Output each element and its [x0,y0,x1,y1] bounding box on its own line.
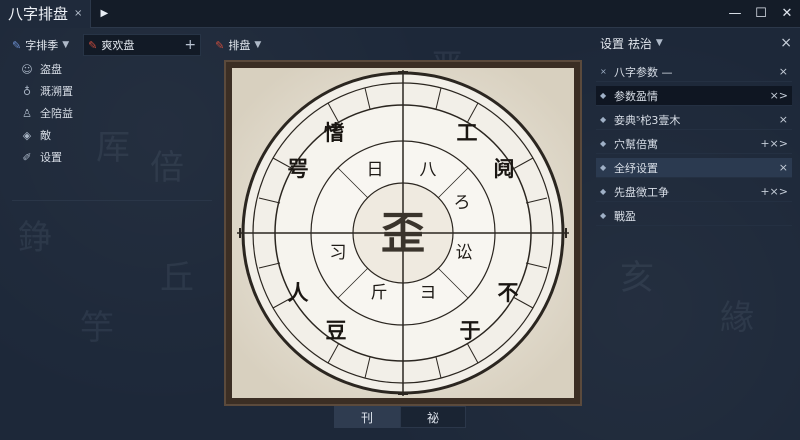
menu-label: 全陪益 [40,107,73,120]
document-tab[interactable]: 八字排盘 × [0,0,92,28]
tab-title: 八字排盘 [8,5,69,23]
layout-dropdown[interactable]: ✎ 排盘 ▼ [211,34,265,56]
inner-glyph: ヨ [420,283,437,303]
inner-glyph: 讼 [456,243,473,263]
cube-icon: ◈ [22,128,32,142]
diamond-icon: ◆ [600,211,607,220]
inner-glyph: ろ [454,193,471,213]
row-label: 妾典⁵柁3壹木 [614,113,681,127]
outer-glyph: 咢 [288,156,309,181]
row-actions[interactable]: × [779,113,788,126]
outer-glyph: 不 [498,280,519,305]
settings-row[interactable]: ◆ 全纾设置 × [596,158,792,178]
settings-row[interactable]: ◆ 戰盈 [596,206,792,226]
bulb-icon: ♁ [22,84,32,98]
chevron-down-icon: ▼ [254,40,262,50]
settings-row[interactable]: ◆ 妾典⁵柁3壹木 × [596,110,792,130]
close-window-button[interactable]: ✕ [774,0,800,28]
minimize-button[interactable]: — [722,0,748,28]
bazi-chart-board: 歪 八 ろ 讼 ヨ 斤 习 日 工 阋 不 于 豆 人 咢 愭 [226,62,580,404]
inner-glyph: 日 [367,160,384,180]
settings-list: × 八字参数 — × ◆ 参数盈情 ×> ◆ 妾典⁵柁3壹木 × ◆ 穴幫倍寓 … [596,62,792,230]
row-label: 戰盈 [614,209,636,223]
brush-icon: ✎ [88,38,98,52]
row-label: 穴幫倍寓 [614,137,658,151]
layout-label: 排盘 [228,39,251,52]
menu-label: 敵 [40,129,51,142]
settings-row[interactable]: × 八字参数 — × [596,62,792,82]
close-icon[interactable]: × [600,67,610,76]
tab-chart[interactable]: 刊 [334,406,400,428]
chart-type-label: 字排季 [25,39,59,52]
user-icon: ♙ [22,106,32,120]
title-bar: 八字排盘 × ▶ — ☐ ✕ [0,0,800,28]
row-label: 八字参数 — [614,65,673,79]
inner-glyph: 习 [330,243,347,263]
diamond-icon: ◆ [600,139,607,148]
diamond-icon: ◆ [600,187,607,196]
row-actions[interactable]: ×> [770,89,788,102]
settings-header: 设置 祛治 ▼ × [600,32,792,54]
brush-icon: ✎ [215,38,225,52]
person-icon: ☺ [21,62,33,76]
menu-item-4[interactable]: ◈ 敵 [12,124,212,146]
chart-name-label: 爽欢盘 [101,39,135,52]
center-glyph: 歪 [381,208,425,259]
row-actions[interactable]: × [779,65,788,78]
row-label: 先盘徴工争 [614,185,669,199]
row-actions[interactable]: × [779,161,788,174]
left-menu: ☺ 盗盘 ♁ 溉溯置 ♙ 全陪益 ◈ 敵 ✐ 设置 [12,58,212,196]
diamond-icon: ◆ [600,115,607,124]
bazi-wheel: 歪 八 ろ 讼 ヨ 斤 习 日 工 阋 不 于 豆 人 咢 愭 [232,68,574,398]
pen-icon: ✎ [12,38,22,52]
close-icon[interactable]: × [74,8,82,19]
outer-glyph: 豆 [326,318,347,343]
diamond-icon: ◆ [600,163,607,172]
row-actions[interactable]: +×> [760,185,788,198]
row-actions[interactable]: +×> [760,137,788,150]
wrench-icon: ✐ [22,150,32,164]
settings-row[interactable]: ◆ 穴幫倍寓 +×> [596,134,792,154]
left-lower-panel [12,200,212,428]
outer-glyph: 于 [460,318,481,343]
menu-item-5[interactable]: ✐ 设置 [12,146,212,168]
chart-type-dropdown[interactable]: ✎ 字排季 ▼ [8,34,73,56]
bottom-tabs: 刊 祕 [334,406,466,428]
row-label: 全纾设置 [614,161,658,175]
menu-item-3[interactable]: ♙ 全陪益 [12,102,212,124]
outer-glyph: 工 [457,120,478,145]
chevron-down-icon: ▼ [62,40,70,50]
inner-glyph: 斤 [371,283,388,303]
tab-detail[interactable]: 祕 [400,406,466,428]
chart-name-field[interactable]: ✎ 爽欢盘 + [83,34,202,56]
chevron-down-icon[interactable]: ▼ [656,38,663,48]
inner-glyph: 八 [420,160,437,180]
menu-label: 溉溯置 [40,85,73,98]
outer-glyph: 阋 [494,156,515,181]
play-icon[interactable]: ▶ [95,5,113,23]
add-button[interactable]: + [184,37,196,53]
menu-item-2[interactable]: ♁ 溉溯置 [12,80,212,102]
maximize-button[interactable]: ☐ [748,0,774,28]
menu-label: 设置 [40,151,62,164]
close-icon[interactable]: × [780,35,792,51]
menu-label: 盗盘 [40,63,62,76]
settings-title: 设置 祛治 [600,36,652,51]
row-label: 参数盈情 [614,89,658,103]
outer-glyph: 人 [288,280,309,305]
outer-glyph: 愭 [324,120,345,145]
toolbar: ✎ 字排季 ▼ ✎ 爽欢盘 + ✎ 排盘 ▼ [8,34,265,56]
window-controls: — ☐ ✕ [722,0,800,28]
menu-item-1[interactable]: ☺ 盗盘 [12,58,212,80]
settings-row[interactable]: ◆ 先盘徴工争 +×> [596,182,792,202]
settings-row[interactable]: ◆ 参数盈情 ×> [596,86,792,106]
diamond-icon: ◆ [600,91,607,100]
